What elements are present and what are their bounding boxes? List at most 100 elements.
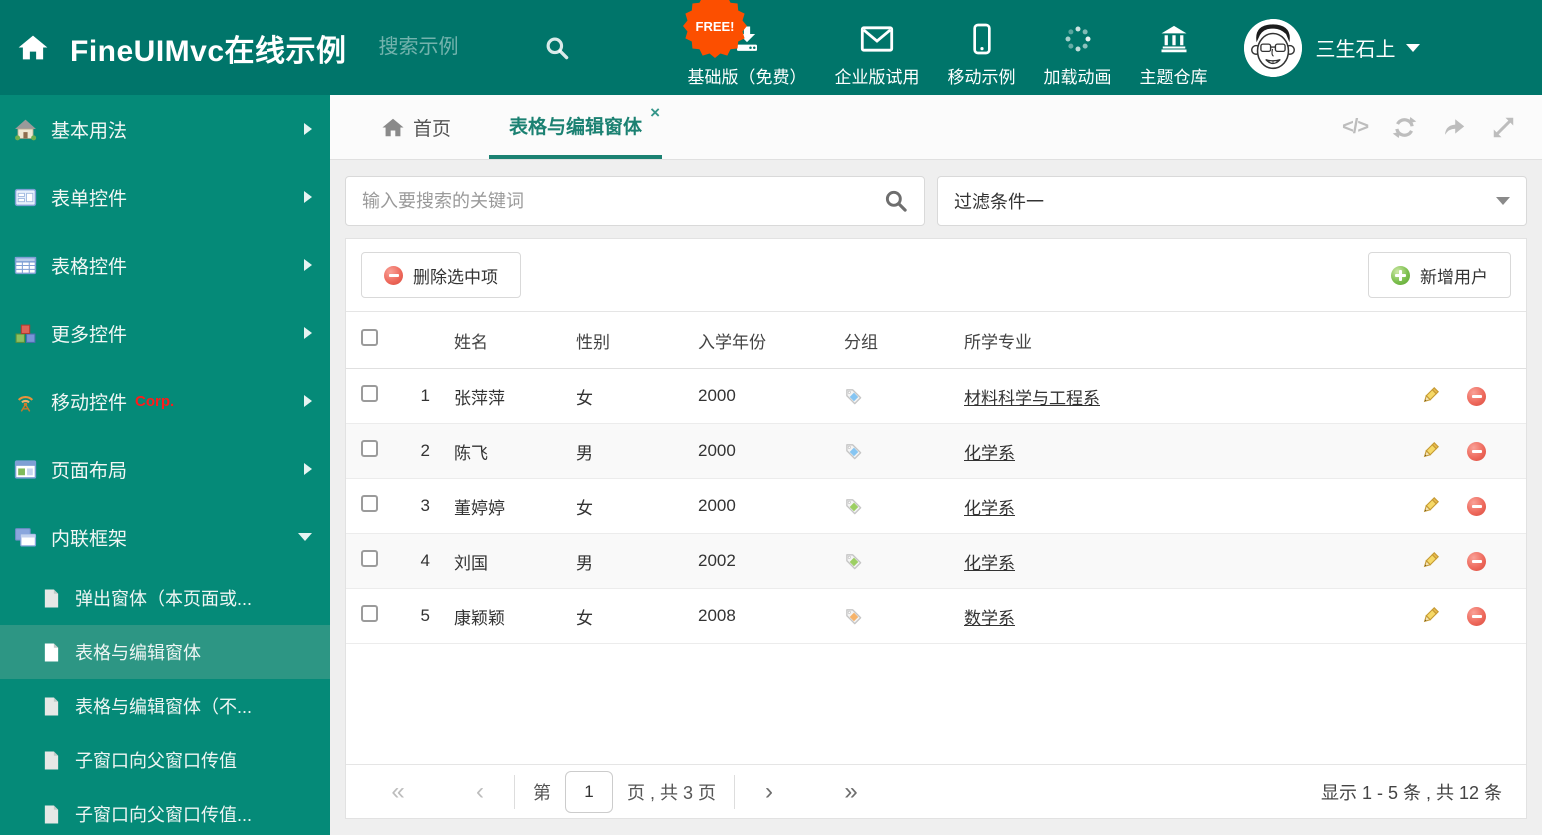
app-header: FineUIMvc在线示例 FREE! 基础版（免费） 企业版试用 移动示例 (0, 0, 1542, 95)
next-page-button[interactable]: › (745, 778, 793, 806)
grid-panel: 删除选中项 新增用户 姓名 性别 入学年份 分组 所学专业 1 张萍萍 女 20… (345, 238, 1527, 819)
tag-icon (844, 552, 964, 571)
column-header-group: 分组 (844, 332, 878, 352)
view-source-icon[interactable]: </> (1342, 116, 1369, 139)
cell-year: 2000 (698, 386, 736, 405)
chevron-right-icon (304, 123, 312, 135)
sidebar-subitem-label: 表格与编辑窗体 (75, 643, 201, 663)
data-grid: 姓名 性别 入学年份 分组 所学专业 1 张萍萍 女 2000 材料科学与工程系… (346, 312, 1526, 818)
sidebar-item-mobile-controls[interactable]: 移动控件 Corp. (0, 367, 330, 435)
nav-item-mobile-demos[interactable]: 移动示例 (948, 7, 1016, 88)
cell-gender: 男 (576, 553, 593, 573)
row-checkbox[interactable] (361, 385, 378, 402)
chevron-down-icon (1405, 43, 1420, 52)
open-in-new-icon[interactable] (1441, 115, 1467, 139)
add-user-button[interactable]: 新增用户 (1368, 252, 1511, 298)
chevron-right-icon (304, 191, 312, 203)
cell-name: 康颖颖 (454, 608, 505, 628)
sidebar-item-form-controls[interactable]: 表单控件 (0, 163, 330, 231)
prev-page-button[interactable]: ‹ (456, 778, 504, 806)
major-link[interactable]: 材料科学与工程系 (964, 389, 1100, 408)
sidebar-item-label: 表单控件 (51, 188, 128, 210)
select-all-checkbox[interactable] (361, 329, 378, 346)
row-checkbox[interactable] (361, 605, 378, 622)
sidebar-item-inline-frame[interactable]: 内联框架 (0, 503, 330, 571)
sidebar-subitem-popup-window[interactable]: 弹出窗体（本页面或... (0, 571, 330, 625)
major-link[interactable]: 化学系 (964, 499, 1015, 518)
keyword-search-input[interactable] (362, 190, 884, 212)
plus-circle-icon (1391, 265, 1410, 285)
cell-name: 张萍萍 (454, 388, 505, 408)
column-header-major: 所学专业 (964, 332, 1032, 352)
sidebar-item-more-controls[interactable]: 更多控件 (0, 299, 330, 367)
sidebar-subitem-grid-edit-window-2[interactable]: 表格与编辑窗体（不... (0, 679, 330, 733)
sidebar-item-grid-controls[interactable]: 表格控件 (0, 231, 330, 299)
nav-item-label: 加载动画 (1043, 68, 1112, 87)
delete-icon[interactable] (1467, 496, 1486, 516)
tab-bar: 首页 表格与编辑窗体 × </> (330, 95, 1542, 160)
bank-icon (1158, 21, 1190, 57)
row-checkbox[interactable] (361, 550, 378, 567)
sidebar-item-page-layout[interactable]: 页面布局 (0, 435, 330, 503)
user-menu[interactable]: 三生石上 (1243, 18, 1420, 77)
chevron-right-icon (304, 327, 312, 339)
edit-icon[interactable] (1420, 606, 1440, 626)
sidebar-subitem-grid-edit-window[interactable]: 表格与编辑窗体 (0, 625, 330, 679)
last-page-button[interactable]: » (827, 778, 875, 806)
row-number: 2 (420, 441, 430, 460)
refresh-icon[interactable] (1392, 115, 1417, 140)
edit-icon[interactable] (1420, 386, 1440, 406)
sidebar-subitem-label: 子窗口向父窗口传值 (75, 751, 237, 771)
sidebar-subitem-child-to-parent[interactable]: 子窗口向父窗口传值 (0, 733, 330, 787)
edit-icon[interactable] (1420, 496, 1440, 516)
corp-badge: Corp. (135, 392, 175, 410)
delete-icon[interactable] (1467, 551, 1486, 571)
expand-icon[interactable] (1491, 115, 1516, 140)
delete-selected-button[interactable]: 删除选中项 (361, 252, 521, 298)
delete-icon[interactable] (1467, 441, 1486, 461)
row-checkbox[interactable] (361, 440, 378, 457)
tab-grid-edit-window[interactable]: 表格与编辑窗体 × (489, 95, 663, 159)
search-icon[interactable] (545, 36, 569, 60)
delete-icon[interactable] (1467, 606, 1486, 626)
major-link[interactable]: 数学系 (964, 609, 1015, 628)
pagination-bar: « ‹ 第 页 , 共 3 页 › » 显示 1 - 5 条 , 共 12 条 (346, 764, 1526, 818)
chevron-right-icon (304, 259, 312, 271)
sidebar-subitem-child-to-parent-2[interactable]: 子窗口向父窗口传值... (0, 787, 330, 835)
tab-home[interactable]: 首页 (362, 95, 471, 159)
table-row: 3 董婷婷 女 2000 化学系 (346, 479, 1526, 534)
edit-icon[interactable] (1420, 441, 1440, 461)
major-link[interactable]: 化学系 (964, 444, 1015, 463)
table-row: 5 康颖颖 女 2008 数学系 (346, 589, 1526, 644)
row-checkbox[interactable] (361, 495, 378, 512)
major-link[interactable]: 化学系 (964, 554, 1015, 573)
column-header-name: 姓名 (454, 332, 488, 352)
form-icon (14, 185, 38, 209)
sidebar-item-label: 内联框架 (51, 528, 128, 550)
first-page-button[interactable]: « (374, 778, 422, 806)
nav-item-theme-repo[interactable]: 主题仓库 (1140, 7, 1208, 88)
edit-icon[interactable] (1420, 551, 1440, 571)
home-icon[interactable] (18, 34, 48, 61)
sidebar-item-label: 更多控件 (51, 324, 128, 346)
header-search-input[interactable] (378, 36, 529, 59)
search-icon[interactable] (884, 189, 908, 213)
cell-group (844, 497, 964, 516)
tag-icon (844, 607, 964, 626)
sidebar-subitem-label: 弹出窗体（本页面或... (75, 589, 253, 609)
cell-gender: 女 (576, 388, 593, 408)
sidebar-item-label: 页面布局 (51, 460, 128, 482)
delete-icon[interactable] (1467, 386, 1486, 406)
cell-year: 2002 (698, 551, 736, 570)
filter-dropdown[interactable]: 过滤条件一 (937, 176, 1527, 226)
nav-item-enterprise-trial[interactable]: 企业版试用 (835, 7, 920, 88)
close-icon[interactable]: × (650, 104, 660, 121)
sidebar-item-basic-usage[interactable]: 基本用法 (0, 95, 330, 163)
sidebar-subitem-label: 子窗口向父窗口传值... (75, 805, 253, 825)
free-badge-label: FREE! (695, 18, 735, 34)
row-number: 1 (420, 386, 430, 405)
sidebar-item-label: 表格控件 (51, 256, 128, 278)
page-number-input[interactable] (565, 770, 613, 813)
nav-item-loading-animations[interactable]: 加载动画 (1044, 7, 1112, 88)
free-badge: FREE! (683, 0, 747, 58)
